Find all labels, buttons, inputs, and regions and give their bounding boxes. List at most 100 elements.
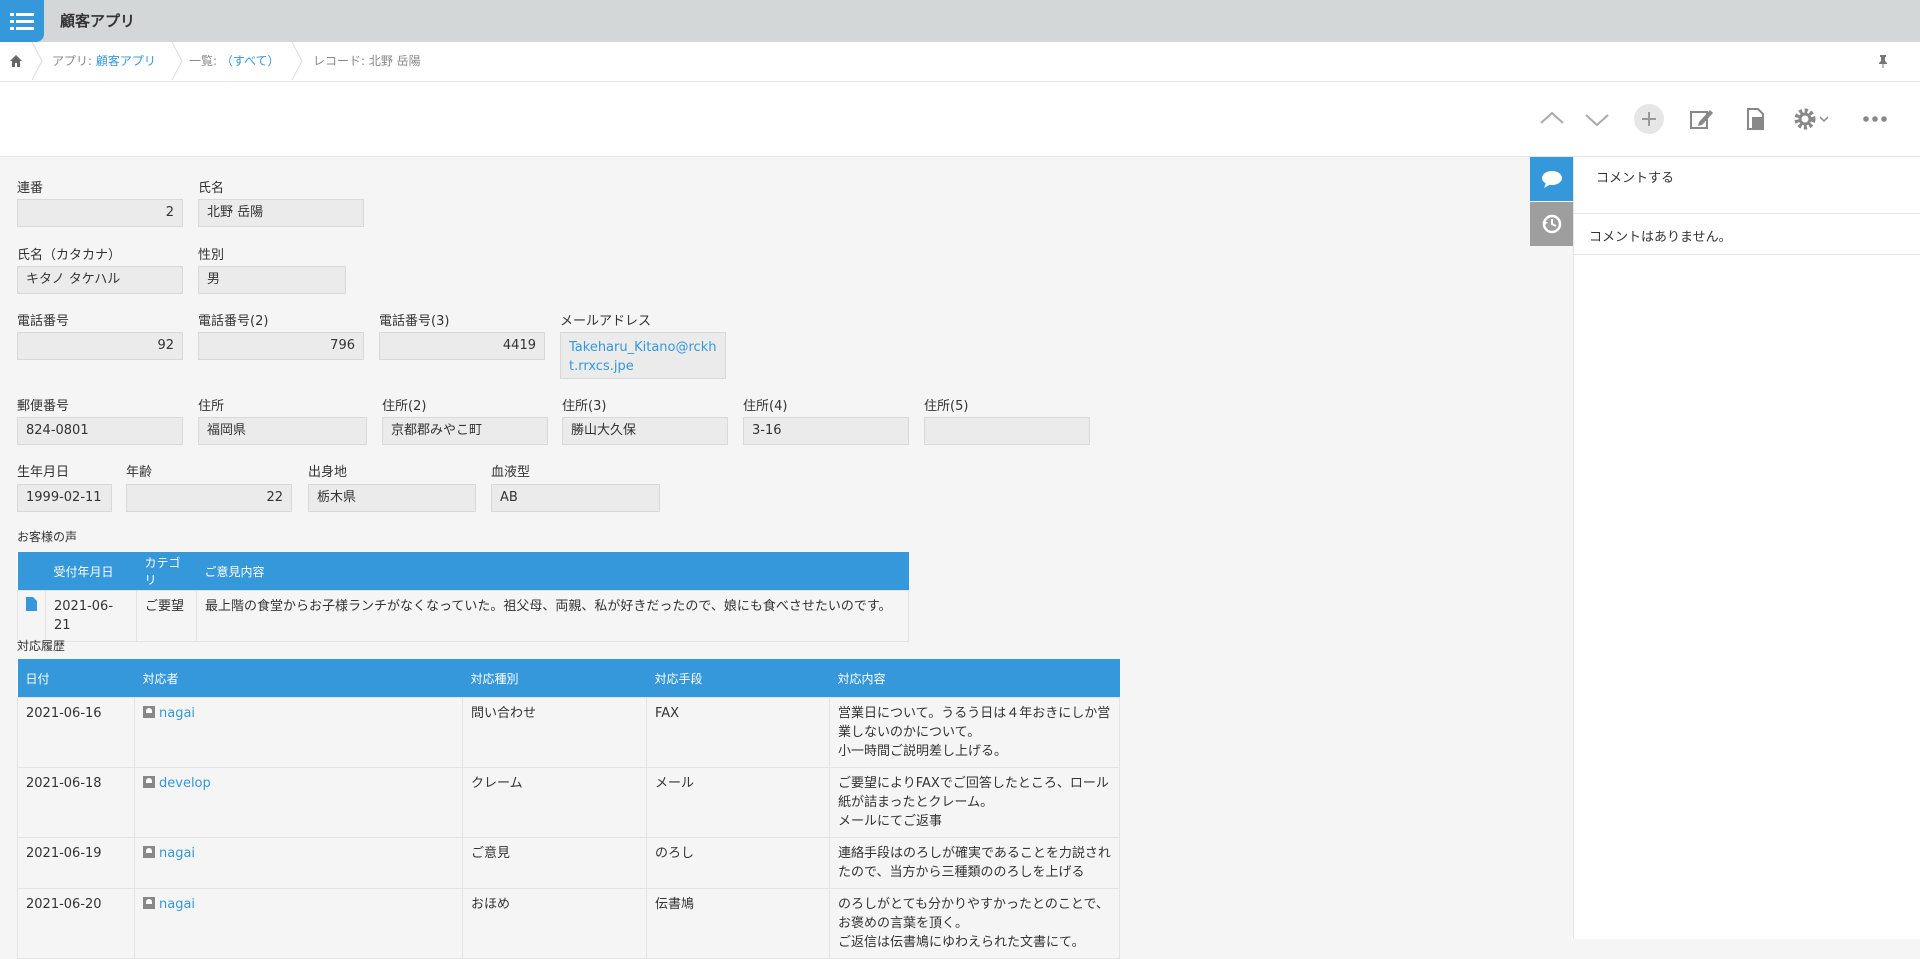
history-content-line: 紙が詰まったとクレーム。	[838, 795, 994, 810]
breadcrumb-app-link[interactable]: 顧客アプリ	[96, 54, 156, 68]
pin-icon[interactable]	[1877, 54, 1889, 68]
history-type: クレーム	[462, 767, 647, 838]
history-row: 2021-06-18 develop クレーム メール ご要望によりFAXでご回…	[17, 767, 1120, 838]
history-table: 日付 対応者 対応種別 対応手段 対応内容 2021-06-16 nagai 問…	[17, 659, 1120, 959]
user-icon	[143, 706, 155, 718]
voice-header-date: 受付年月日	[45, 552, 137, 591]
comment-tab[interactable]	[1530, 157, 1574, 201]
history-content-line: ご要望によりFAXでご回答したところ、ロール	[838, 776, 1109, 791]
history-content-line: 営業日について。うるう日は４年おきにしか営	[838, 706, 1111, 721]
addr4-label: 住所(4)	[743, 399, 788, 414]
history-content: 連絡手段はのろしが確実であることを力説され たので、当方から三種類ののろしを上げる	[829, 837, 1120, 889]
chevron-down-icon[interactable]	[1582, 104, 1612, 134]
history-user-link[interactable]: nagai	[159, 897, 195, 912]
kana-field: キタノ タケハル	[17, 266, 183, 294]
voice-category: ご要望	[136, 590, 197, 642]
addr1-label: 住所	[198, 399, 225, 414]
birthplace-label: 出身地	[308, 465, 348, 480]
history-user-cell: develop	[134, 767, 463, 838]
more-icon[interactable]	[1860, 104, 1890, 134]
tel3-field: 4419	[379, 332, 545, 360]
history-user-cell: nagai	[134, 888, 463, 959]
voice-header-blank	[17, 552, 46, 591]
shimei-field: 北野 岳陽	[198, 199, 364, 227]
chevron-up-icon[interactable]	[1537, 104, 1567, 134]
addr3-field: 勝山大久保	[562, 417, 728, 445]
birthday-label: 生年月日	[17, 465, 70, 480]
addr5-field	[924, 417, 1090, 445]
comment-input[interactable]: コメントする	[1574, 157, 1920, 214]
voice-row-link[interactable]	[17, 590, 46, 642]
history-header-date: 日付	[17, 659, 135, 698]
breadcrumb: アプリ: 顧客アプリ 一覧: （すべて） レコード: 北野 岳陽	[0, 42, 1920, 82]
seibetsu-label: 性別	[198, 248, 225, 263]
history-content-line: お褒めの言葉を頂く。	[838, 916, 969, 931]
edit-icon[interactable]	[1686, 104, 1716, 134]
zip-label: 郵便番号	[17, 399, 70, 414]
history-header-method: 対応手段	[646, 659, 830, 698]
history-user-link[interactable]: nagai	[159, 846, 195, 861]
history-content-line: ご返信は伝書鳩にゆわえられた文書にて。	[838, 935, 1085, 950]
history-date: 2021-06-18	[17, 767, 135, 838]
email-link[interactable]: Takeharu_Kitano@rckht.rrxcs.jpe	[560, 332, 726, 379]
history-user-link[interactable]: develop	[159, 776, 211, 791]
tel1-field: 92	[17, 332, 183, 360]
history-content: のろしがとても分かりやすかったとのことで、 お褒めの言葉を頂く。ご返信は伝書鳩にゆ…	[829, 888, 1120, 959]
addr2-label: 住所(2)	[382, 399, 427, 414]
document-icon[interactable]	[26, 597, 37, 611]
history-icon	[1542, 214, 1562, 234]
history-user-cell: nagai	[134, 837, 463, 889]
breadcrumb-app: アプリ: 顧客アプリ	[52, 42, 156, 81]
addr5-label: 住所(5)	[924, 399, 969, 414]
duplicate-icon[interactable]	[1740, 104, 1770, 134]
history-content: 営業日について。うるう日は４年おきにしか営 業しないのかについて。 小一時間ご説明差…	[829, 697, 1120, 768]
voice-date: 2021-06-21	[45, 590, 137, 642]
voice-header-content: ご意見内容	[196, 552, 909, 591]
record-form: 連番 2 氏名 北野 岳陽 氏名（カタカナ） キタノ タケハル 性別 男 電話番…	[0, 157, 1530, 959]
history-row: 2021-06-16 nagai 問い合わせ FAX 営業日について。うるう日は…	[17, 697, 1120, 768]
history-user-link[interactable]: nagai	[159, 706, 195, 721]
history-date: 2021-06-20	[17, 888, 135, 959]
home-icon[interactable]	[9, 54, 23, 68]
breadcrumb-separator-icon	[291, 42, 303, 80]
addr4-field: 3-16	[743, 417, 909, 445]
comment-icon	[1542, 171, 1562, 188]
history-row: 2021-06-19 nagai ご意見 のろし 連絡手段はのろしが確実であるこ…	[17, 837, 1120, 889]
app-list-icon[interactable]	[0, 0, 44, 42]
chevron-down-small-icon[interactable]	[1818, 104, 1830, 134]
breadcrumb-separator-icon	[171, 42, 183, 80]
tel2-field: 796	[198, 332, 364, 360]
user-icon	[143, 776, 155, 788]
history-content-line: のろしがとても分かりやすかったとのことで、	[838, 897, 1109, 912]
history-type: 問い合わせ	[462, 697, 647, 768]
history-method: 伝書鳩	[646, 888, 830, 959]
breadcrumb-separator-icon	[31, 42, 43, 80]
history-content-line: 小一時間ご説明差し上げる。	[838, 744, 1008, 759]
user-icon	[143, 897, 155, 909]
breadcrumb-list-prefix: 一覧:	[189, 54, 221, 68]
breadcrumb-list: 一覧: （すべて）	[189, 42, 280, 81]
history-header-user: 対応者	[134, 659, 463, 698]
addr1-field: 福岡県	[198, 417, 367, 445]
history-type: ご意見	[462, 837, 647, 889]
age-field: 22	[126, 484, 292, 512]
tel1-label: 電話番号	[17, 314, 70, 329]
zip-field: 824-0801	[17, 417, 183, 445]
email-label: メールアドレス	[560, 314, 652, 329]
history-header-content: 対応内容	[829, 659, 1120, 698]
comment-list: コメントはありません。	[1574, 214, 1920, 255]
history-method: のろし	[646, 837, 830, 889]
breadcrumb-app-prefix: アプリ:	[52, 54, 96, 68]
kana-label: 氏名（カタカナ）	[17, 248, 122, 263]
record-toolbar	[0, 82, 1920, 157]
blood-field: AB	[491, 484, 660, 512]
history-tab[interactable]	[1530, 202, 1574, 246]
birthplace-field: 栃木県	[308, 484, 476, 512]
plus-icon[interactable]	[1634, 104, 1664, 134]
tel3-label: 電話番号(3)	[379, 314, 450, 329]
breadcrumb-list-link[interactable]: （すべて）	[221, 54, 280, 68]
history-content-line: たので、当方から三種類ののろしを上げる	[838, 865, 1085, 880]
voice-content: 最上階の食堂からお子様ランチがなくなっていた。祖父母、両親、私が好きだったので、…	[196, 590, 909, 642]
history-row: 2021-06-20 nagai おほめ 伝書鳩 のろしがとても分かりやすかった…	[17, 888, 1120, 959]
age-label: 年齢	[126, 465, 153, 480]
